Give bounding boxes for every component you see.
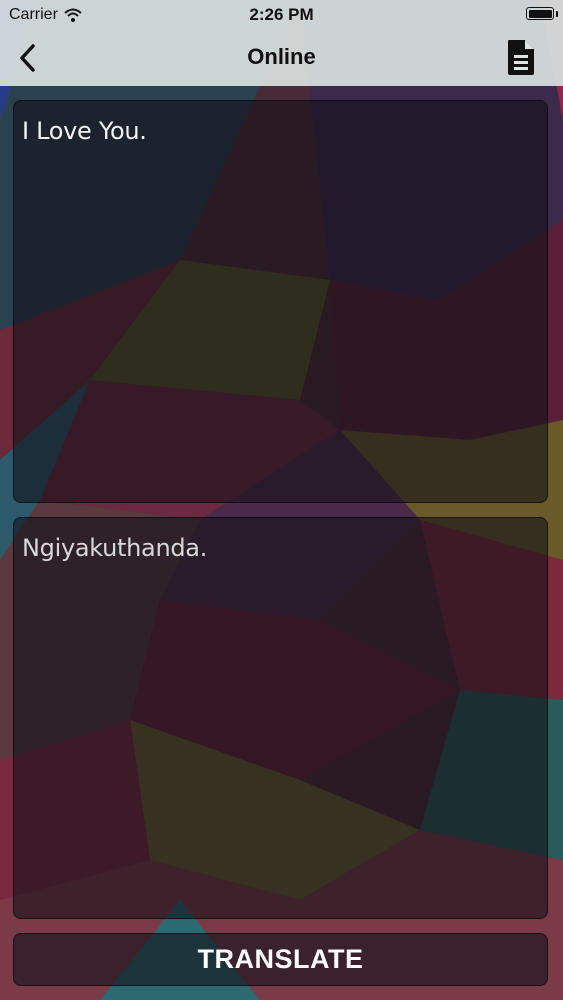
status-bar: Carrier 2:26 PM xyxy=(0,0,563,30)
document-button[interactable] xyxy=(501,35,541,79)
translation-text: Ngiyakuthanda. xyxy=(22,534,208,562)
battery-tip xyxy=(555,11,558,17)
document-icon xyxy=(508,40,534,75)
battery-icon xyxy=(526,7,554,20)
source-text-area[interactable]: I Love You. xyxy=(13,100,548,503)
translate-button[interactable]: TRANSLATE xyxy=(13,933,548,986)
translation-text-area[interactable]: Ngiyakuthanda. xyxy=(13,517,548,919)
status-time: 2:26 PM xyxy=(249,5,314,24)
page-title: Online xyxy=(247,44,316,69)
source-text: I Love You. xyxy=(22,117,147,145)
